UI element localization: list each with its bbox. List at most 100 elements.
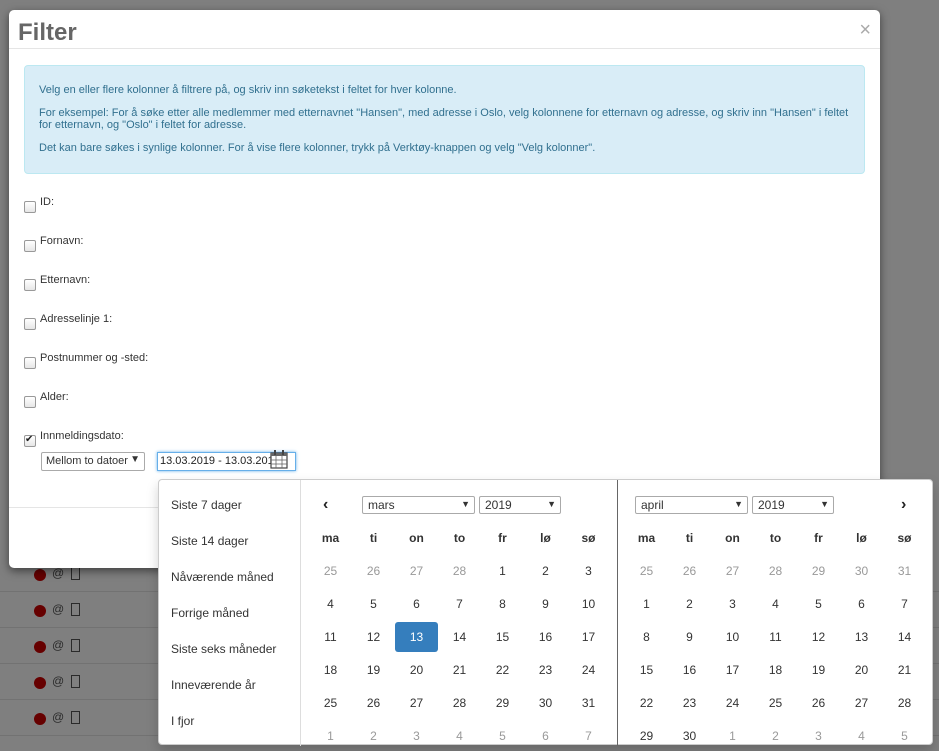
field-checkbox[interactable] xyxy=(24,318,36,330)
calendar-day[interactable]: 10 xyxy=(567,589,610,619)
calendar-day[interactable]: 6 xyxy=(395,589,438,619)
calendar-day[interactable]: 15 xyxy=(625,655,668,685)
next-month-icon[interactable]: › xyxy=(901,496,906,514)
calendar-day[interactable]: 30 xyxy=(524,688,567,718)
field-checkbox[interactable] xyxy=(24,240,36,252)
calendar-day[interactable]: 12 xyxy=(352,622,395,652)
calendar-day[interactable]: 29 xyxy=(625,721,668,751)
calendar-day[interactable]: 1 xyxy=(625,589,668,619)
calendar-day[interactable]: 17 xyxy=(711,655,754,685)
close-icon[interactable]: × xyxy=(859,19,871,42)
prev-month-icon[interactable]: ‹ xyxy=(323,496,328,514)
calendar-day[interactable]: 26 xyxy=(352,556,395,586)
calendar-day[interactable]: 9 xyxy=(668,622,711,652)
calendar-day[interactable]: 25 xyxy=(754,688,797,718)
calendar-day[interactable]: 7 xyxy=(883,589,926,619)
calendar-day[interactable]: 29 xyxy=(481,688,524,718)
calendar-day[interactable]: 1 xyxy=(711,721,754,751)
calendar-day[interactable]: 3 xyxy=(567,556,610,586)
field-checkbox[interactable] xyxy=(24,357,36,369)
calendar-day[interactable]: 18 xyxy=(309,655,352,685)
calendar-day[interactable]: 8 xyxy=(625,622,668,652)
preset-range-item[interactable]: Inneværende år xyxy=(171,678,256,692)
calendar-day[interactable]: 28 xyxy=(754,556,797,586)
calendar-day[interactable]: 6 xyxy=(524,721,567,751)
calendar-day[interactable]: 11 xyxy=(309,622,352,652)
calendar-day[interactable]: 27 xyxy=(711,556,754,586)
calendar-day[interactable]: 13 xyxy=(395,622,438,652)
calendar-day[interactable]: 12 xyxy=(797,622,840,652)
calendar-day[interactable]: 23 xyxy=(668,688,711,718)
calendar-day[interactable]: 22 xyxy=(481,655,524,685)
calendar-day[interactable]: 2 xyxy=(524,556,567,586)
preset-range-item[interactable]: I fjor xyxy=(171,714,194,728)
calendar-day[interactable]: 31 xyxy=(883,556,926,586)
calendar-day[interactable]: 27 xyxy=(395,556,438,586)
year-select[interactable]: 2019 ▼ xyxy=(752,496,834,514)
calendar-day[interactable]: 25 xyxy=(309,556,352,586)
calendar-day[interactable]: 28 xyxy=(883,688,926,718)
calendar-day[interactable]: 4 xyxy=(309,589,352,619)
calendar-day[interactable]: 27 xyxy=(395,688,438,718)
calendar-day[interactable]: 30 xyxy=(668,721,711,751)
calendar-day[interactable]: 5 xyxy=(883,721,926,751)
preset-range-item[interactable]: Siste 14 dager xyxy=(171,534,248,548)
calendar-day[interactable]: 24 xyxy=(567,655,610,685)
preset-range-item[interactable]: Siste seks måneder xyxy=(171,642,276,656)
calendar-day[interactable]: 26 xyxy=(797,688,840,718)
calendar-icon[interactable] xyxy=(270,449,288,469)
calendar-day[interactable]: 31 xyxy=(567,688,610,718)
calendar-day[interactable]: 10 xyxy=(711,622,754,652)
calendar-day[interactable]: 22 xyxy=(625,688,668,718)
calendar-day[interactable]: 3 xyxy=(711,589,754,619)
calendar-day[interactable]: 2 xyxy=(754,721,797,751)
calendar-day[interactable]: 4 xyxy=(754,589,797,619)
calendar-day[interactable]: 29 xyxy=(797,556,840,586)
calendar-day[interactable]: 1 xyxy=(309,721,352,751)
calendar-day[interactable]: 4 xyxy=(840,721,883,751)
calendar-day[interactable]: 27 xyxy=(840,688,883,718)
preset-range-item[interactable]: Forrige måned xyxy=(171,606,249,620)
calendar-day[interactable]: 1 xyxy=(481,556,524,586)
calendar-day[interactable]: 25 xyxy=(625,556,668,586)
calendar-day[interactable]: 6 xyxy=(840,589,883,619)
calendar-day[interactable]: 17 xyxy=(567,622,610,652)
field-checkbox[interactable] xyxy=(24,279,36,291)
calendar-day[interactable]: 14 xyxy=(438,622,481,652)
calendar-day[interactable]: 18 xyxy=(754,655,797,685)
calendar-day[interactable]: 5 xyxy=(797,589,840,619)
calendar-day[interactable]: 20 xyxy=(395,655,438,685)
calendar-day[interactable]: 16 xyxy=(524,622,567,652)
calendar-day[interactable]: 21 xyxy=(883,655,926,685)
calendar-day[interactable]: 19 xyxy=(352,655,395,685)
calendar-day[interactable]: 2 xyxy=(352,721,395,751)
calendar-day[interactable]: 15 xyxy=(481,622,524,652)
calendar-day[interactable]: 8 xyxy=(481,589,524,619)
calendar-day[interactable]: 24 xyxy=(711,688,754,718)
calendar-day[interactable]: 28 xyxy=(438,556,481,586)
calendar-day[interactable]: 5 xyxy=(352,589,395,619)
field-checkbox[interactable] xyxy=(24,201,36,213)
calendar-day[interactable]: 9 xyxy=(524,589,567,619)
calendar-day[interactable]: 28 xyxy=(438,688,481,718)
month-select[interactable]: april ▼ xyxy=(635,496,748,514)
year-select[interactable]: 2019 ▼ xyxy=(479,496,561,514)
calendar-day[interactable]: 26 xyxy=(668,556,711,586)
calendar-day[interactable]: 7 xyxy=(438,589,481,619)
calendar-day[interactable]: 23 xyxy=(524,655,567,685)
preset-range-item[interactable]: Siste 7 dager xyxy=(171,498,242,512)
calendar-day[interactable]: 13 xyxy=(840,622,883,652)
calendar-day[interactable]: 11 xyxy=(754,622,797,652)
calendar-day[interactable]: 5 xyxy=(481,721,524,751)
calendar-day[interactable]: 2 xyxy=(668,589,711,619)
calendar-day[interactable]: 3 xyxy=(797,721,840,751)
calendar-day[interactable]: 3 xyxy=(395,721,438,751)
calendar-day[interactable]: 19 xyxy=(797,655,840,685)
calendar-day[interactable]: 25 xyxy=(309,688,352,718)
preset-range-item[interactable]: Nåværende måned xyxy=(171,570,274,584)
calendar-day[interactable]: 7 xyxy=(567,721,610,751)
calendar-day[interactable]: 30 xyxy=(840,556,883,586)
calendar-day[interactable]: 20 xyxy=(840,655,883,685)
field-checkbox-checked[interactable] xyxy=(24,434,36,447)
calendar-day[interactable]: 4 xyxy=(438,721,481,751)
